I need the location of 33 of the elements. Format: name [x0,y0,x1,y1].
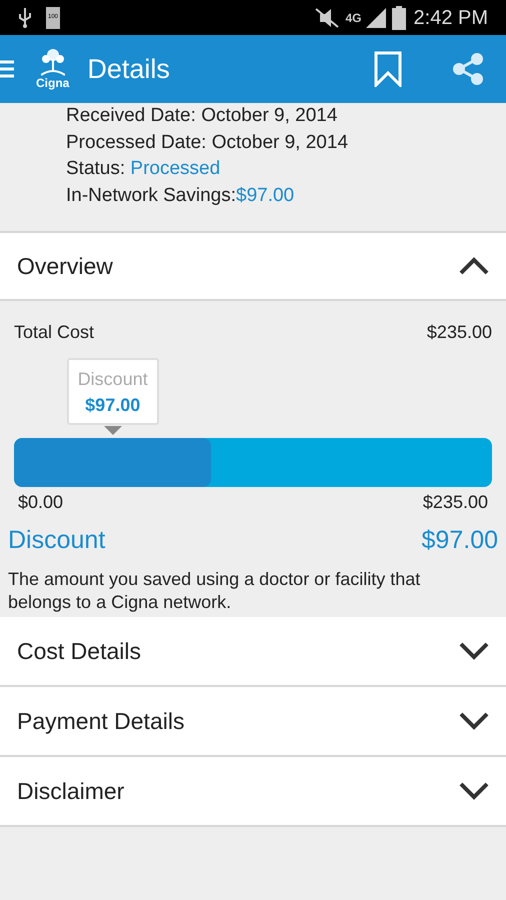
tooltip-label: Discount [78,368,148,390]
info-value: October 9, 2014 [212,130,348,154]
info-value: $97.00 [236,184,294,208]
axis-max: $235.00 [422,491,488,514]
discount-label: Discount [8,525,106,556]
tooltip-pointer-icon [104,426,122,435]
section-header[interactable]: Overview [0,233,506,301]
section-header[interactable]: Disclaimer [0,757,506,827]
menu-icon[interactable] [0,59,14,79]
info-label: Processed Date: [66,130,208,154]
info-value: October 9, 2014 [201,104,338,128]
page-title: Details [87,52,170,86]
section-header[interactable]: Payment Details [0,687,506,757]
logo-text: Cigna [36,77,70,89]
tree-icon [40,49,65,77]
info-label: Received Date: [66,104,197,128]
total-cost-value: $235.00 [426,321,492,344]
section-header[interactable]: Cost Details [0,617,506,687]
info-label: Status: [66,157,126,181]
share-icon[interactable] [452,53,484,85]
battery-icon [392,6,406,30]
info-value: Processed [130,157,220,181]
info-label: In-Network Savings: [66,184,236,208]
network-type: 4G [346,10,362,26]
bookmark-icon[interactable] [374,51,402,87]
usb-icon [18,8,32,28]
total-cost-label: Total Cost [14,321,94,344]
axis-min: $0.00 [18,491,64,514]
discount-description: The amount you saved using a doctor or facility that belongs to a Cigna network. [8,568,422,614]
clock: 2:42 PM [414,6,488,30]
signal-icon [366,8,386,28]
discount-value: $97.00 [422,525,498,556]
tooltip-value: $97.00 [85,394,140,416]
